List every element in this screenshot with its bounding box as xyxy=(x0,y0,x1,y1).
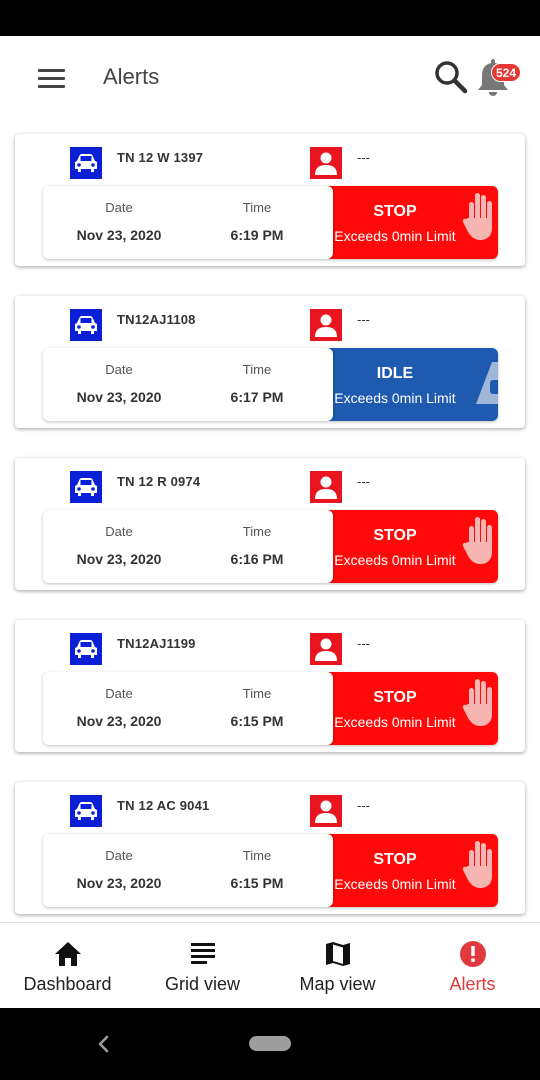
datetime-panel: Date Nov 23, 2020 Time 6:16 PM xyxy=(43,510,333,583)
time-label: Time xyxy=(242,524,272,539)
nav-item-dashboard[interactable]: Dashboard xyxy=(0,923,135,1009)
datetime-panel: Date Nov 23, 2020 Time 6:17 PM xyxy=(43,348,333,421)
vehicle-number: TN12AJ1108 xyxy=(117,312,196,327)
status-description: Exceeds 0min Limit xyxy=(334,228,456,244)
status-description: Exceeds 0min Limit xyxy=(334,552,456,568)
list-icon xyxy=(190,943,215,964)
alert-list[interactable]: TN 12 W 1397 --- STOP Exceeds 0min Limit… xyxy=(0,120,540,922)
status-description: Exceeds 0min Limit xyxy=(334,390,456,406)
status-block: STOP Exceeds 0min Limit xyxy=(312,672,498,745)
vehicle-number: TN 12 W 1397 xyxy=(117,150,204,165)
driver-name: --- xyxy=(357,636,370,651)
time-label: Time xyxy=(242,686,272,701)
nav-item-map-view[interactable]: Map view xyxy=(270,923,405,1009)
time-label: Time xyxy=(242,848,272,863)
date-value: Nov 23, 2020 xyxy=(76,227,162,243)
status-block: STOP Exceeds 0min Limit xyxy=(312,510,498,583)
car-icon xyxy=(70,309,102,341)
driver-icon xyxy=(310,795,342,827)
alert-card[interactable]: TN12AJ1199 --- STOP Exceeds 0min Limit D… xyxy=(15,620,525,752)
nav-label: Grid view xyxy=(164,974,240,994)
home-pill-button[interactable] xyxy=(249,1036,291,1051)
car-icon xyxy=(70,471,102,503)
search-button[interactable] xyxy=(430,56,470,96)
nav-label: Alerts xyxy=(449,974,496,994)
driver-icon xyxy=(310,633,342,665)
status-block: STOP Exceeds 0min Limit xyxy=(312,834,498,907)
car-icon xyxy=(70,795,102,827)
home-icon xyxy=(54,942,81,966)
status-block: IDLE Exceeds 0min Limit xyxy=(312,348,498,421)
menu-button[interactable] xyxy=(30,60,74,96)
alert-info-panel: STOP Exceeds 0min Limit Date Nov 23, 202… xyxy=(43,510,498,583)
nav-label: Map view xyxy=(299,974,376,994)
alert-card[interactable]: TN 12 AC 9041 --- STOP Exceeds 0min Limi… xyxy=(15,782,525,914)
datetime-panel: Date Nov 23, 2020 Time 6:15 PM xyxy=(43,672,333,745)
bottom-navigation: Dashboard Grid view Map view Alerts xyxy=(0,922,540,1008)
alert-card[interactable]: TN 12 R 0974 --- STOP Exceeds 0min Limit… xyxy=(15,458,525,590)
alert-info-panel: STOP Exceeds 0min Limit Date Nov 23, 202… xyxy=(43,186,498,259)
vehicle-number: TN 12 R 0974 xyxy=(117,474,201,489)
back-icon[interactable] xyxy=(94,1032,114,1056)
date-label: Date xyxy=(105,200,133,215)
time-value: 6:19 PM xyxy=(230,227,284,243)
vehicle-number: TN12AJ1199 xyxy=(117,636,196,651)
search-icon xyxy=(435,61,468,94)
menu-icon-bar xyxy=(38,84,65,88)
date-value: Nov 23, 2020 xyxy=(76,551,162,567)
status-title: STOP xyxy=(373,203,417,220)
app-bar: Alerts 524 xyxy=(0,36,540,120)
menu-icon-bar xyxy=(38,76,65,80)
date-label: Date xyxy=(105,362,133,377)
time-label: Time xyxy=(242,362,272,377)
map-icon xyxy=(325,942,350,966)
driver-name: --- xyxy=(357,150,370,165)
status-title: STOP xyxy=(373,689,417,706)
nav-item-grid-view[interactable]: Grid view xyxy=(135,923,270,1009)
system-navigation-bar xyxy=(0,1008,540,1080)
alert-info-panel: IDLE Exceeds 0min Limit Date Nov 23, 202… xyxy=(43,348,498,421)
driver-icon xyxy=(310,471,342,503)
alert-icon xyxy=(459,941,486,967)
date-value: Nov 23, 2020 xyxy=(76,875,162,891)
date-value: Nov 23, 2020 xyxy=(76,713,162,729)
nav-label: Dashboard xyxy=(23,974,112,994)
status-title: STOP xyxy=(373,527,417,544)
car-icon xyxy=(70,147,102,179)
alert-info-panel: STOP Exceeds 0min Limit Date Nov 23, 202… xyxy=(43,672,498,745)
status-bar xyxy=(0,0,540,36)
car-icon xyxy=(70,633,102,665)
date-label: Date xyxy=(105,686,133,701)
notification-badge: 524 xyxy=(491,63,522,82)
driver-icon xyxy=(310,309,342,341)
time-label: Time xyxy=(242,200,272,215)
alert-card[interactable]: TN12AJ1108 --- IDLE Exceeds 0min Limit D… xyxy=(15,296,525,428)
time-value: 6:16 PM xyxy=(230,551,284,567)
vehicle-number: TN 12 AC 9041 xyxy=(117,798,210,813)
datetime-panel: Date Nov 23, 2020 Time 6:15 PM xyxy=(43,834,333,907)
time-value: 6:15 PM xyxy=(230,713,284,729)
driver-name: --- xyxy=(357,798,370,813)
time-value: 6:17 PM xyxy=(230,389,284,405)
alert-card[interactable]: TN 12 W 1397 --- STOP Exceeds 0min Limit… xyxy=(15,134,525,266)
driver-icon xyxy=(310,147,342,179)
time-value: 6:15 PM xyxy=(230,875,284,891)
driver-name: --- xyxy=(357,312,370,327)
status-title: IDLE xyxy=(376,365,414,382)
page-title: Alerts xyxy=(103,64,160,89)
date-label: Date xyxy=(105,524,133,539)
status-block: STOP Exceeds 0min Limit xyxy=(312,186,498,259)
status-description: Exceeds 0min Limit xyxy=(334,876,456,892)
date-value: Nov 23, 2020 xyxy=(76,389,162,405)
driver-name: --- xyxy=(357,474,370,489)
status-title: STOP xyxy=(373,851,417,868)
nav-item-alerts[interactable]: Alerts xyxy=(405,923,540,1009)
alert-info-panel: STOP Exceeds 0min Limit Date Nov 23, 202… xyxy=(43,834,498,907)
datetime-panel: Date Nov 23, 2020 Time 6:19 PM xyxy=(43,186,333,259)
status-description: Exceeds 0min Limit xyxy=(334,714,456,730)
date-label: Date xyxy=(105,848,133,863)
menu-icon-bar xyxy=(38,68,65,72)
